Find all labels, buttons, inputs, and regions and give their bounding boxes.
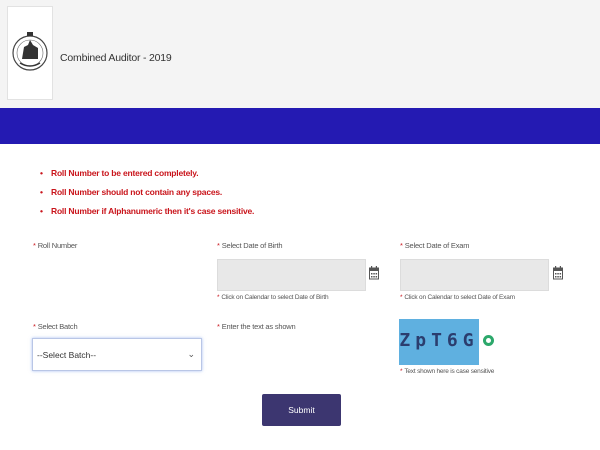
header: Combined Auditor - 2019: [0, 0, 600, 108]
calendar-icon[interactable]: [553, 266, 563, 280]
submit-button[interactable]: Submit: [262, 394, 341, 426]
bullet-icon: •: [40, 168, 43, 178]
exam-date-label: * Select Date of Exam: [400, 241, 470, 250]
refresh-icon[interactable]: [483, 335, 494, 346]
dob-label: * Select Date of Birth: [217, 241, 283, 250]
exam-date-hint: * Click on Calendar to select Date of Exa…: [400, 294, 515, 301]
page-title: Combined Auditor - 2019: [60, 52, 172, 64]
instruction-list: • Roll Number to be entered completely. •…: [40, 166, 254, 223]
list-item: • Roll Number should not contain any spac…: [40, 187, 223, 197]
batch-selected-value: --Select Batch--: [37, 350, 97, 360]
captcha-text: ZpT6G: [399, 330, 479, 351]
list-item: • Roll Number to be entered completely.: [40, 168, 199, 178]
roll-number-label: * Roll Number: [33, 241, 78, 250]
captcha-hint: * Text shown here is case sensitive: [400, 368, 495, 375]
captcha-image: ZpT6G: [399, 319, 479, 365]
batch-label: * Select Batch: [33, 322, 78, 331]
bullet-icon: •: [40, 206, 43, 216]
bullet-icon: •: [40, 187, 43, 197]
exam-date-input[interactable]: [400, 259, 549, 291]
calendar-icon[interactable]: [369, 266, 379, 280]
batch-select[interactable]: --Select Batch-- ⌄: [32, 338, 202, 371]
list-item: • Roll Number if Alphanumeric then it's c…: [40, 206, 255, 216]
dob-input[interactable]: [217, 259, 366, 291]
captcha-label: * Enter the text as shown: [217, 322, 296, 331]
state-emblem-icon: [7, 6, 53, 100]
dob-hint: * Click on Calendar to select Date of Bir…: [217, 294, 329, 301]
nav-bar: [0, 108, 600, 144]
chevron-down-icon: ⌄: [187, 349, 195, 359]
